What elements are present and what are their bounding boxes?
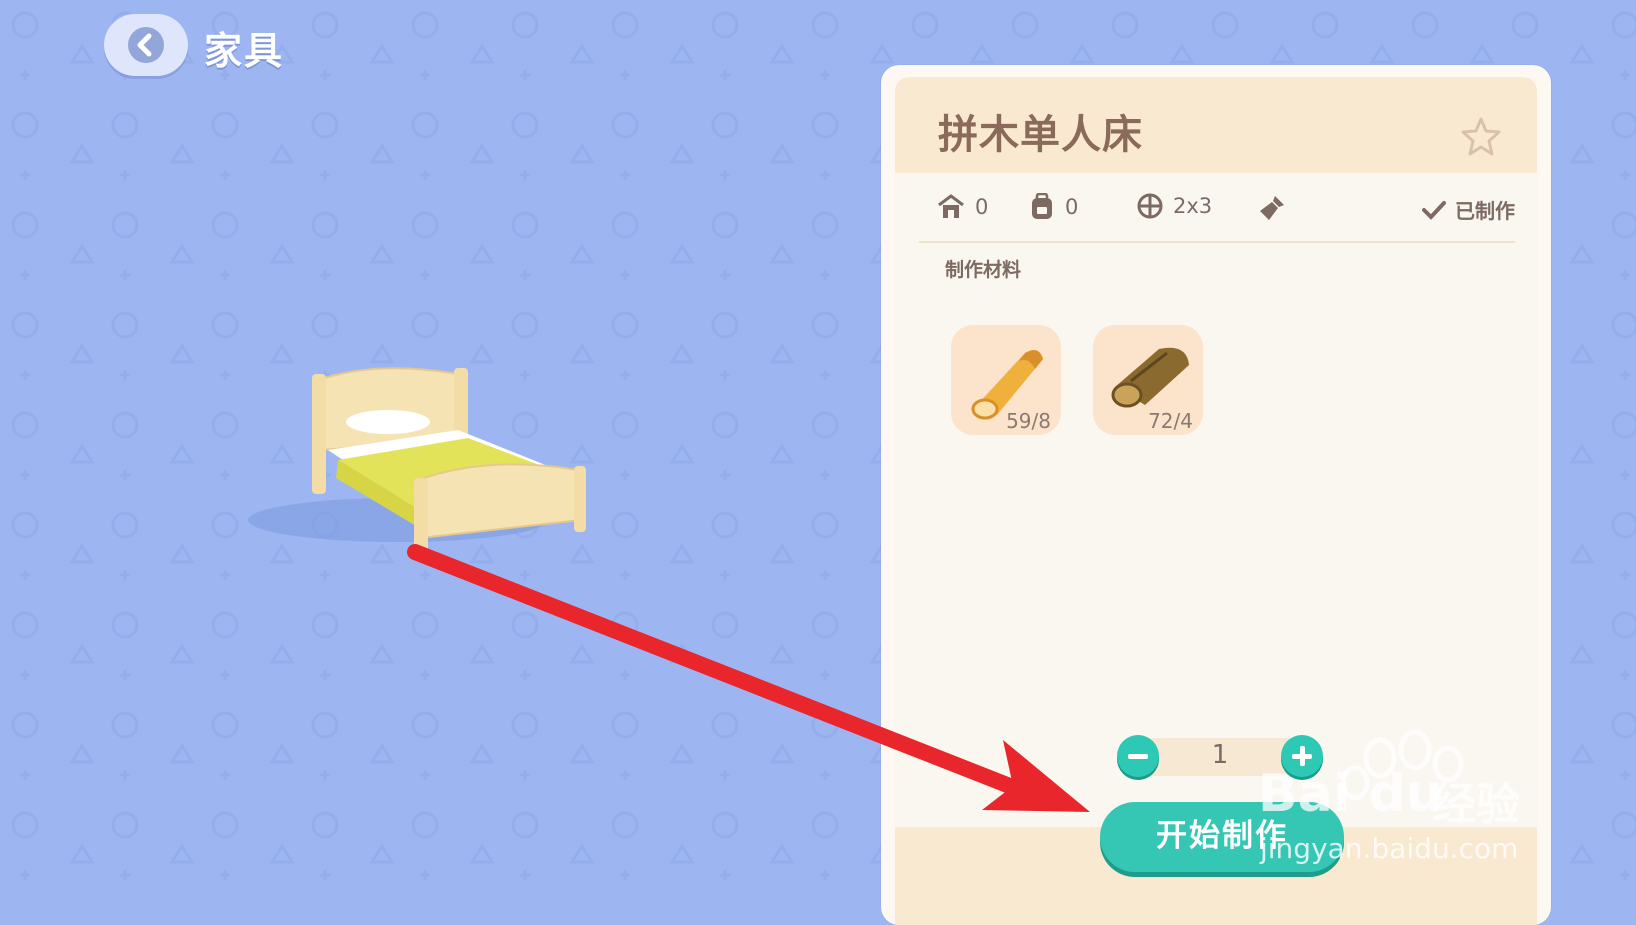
star-outline-icon[interactable] bbox=[1459, 115, 1503, 159]
material-count: 59/8 bbox=[1006, 409, 1051, 433]
single-bed-model bbox=[248, 367, 586, 560]
material-slot[interactable]: 59/8 bbox=[951, 325, 1061, 435]
dye-stat[interactable] bbox=[1257, 193, 1287, 223]
item-name: 拼木单人床 bbox=[938, 112, 1143, 158]
crafted-label: 已制作 bbox=[1455, 199, 1515, 223]
chevron-left-icon bbox=[128, 27, 164, 63]
backpack-icon bbox=[1032, 193, 1052, 219]
storage-stat: 0 bbox=[1029, 193, 1078, 221]
crafted-status: 已制作 bbox=[1421, 195, 1515, 224]
size-stat: 2x3 bbox=[1137, 193, 1212, 219]
materials-title: 制作材料 bbox=[945, 259, 1022, 281]
house-icon bbox=[938, 194, 964, 218]
paintbrush-icon bbox=[1260, 196, 1284, 220]
watermark-brand: Bai du bbox=[1258, 764, 1443, 824]
page-title: 家具 bbox=[204, 29, 285, 73]
panel-header: 拼木单人床 bbox=[895, 77, 1537, 173]
storage-value: 0 bbox=[1065, 195, 1079, 219]
comfort-value: 0 bbox=[975, 195, 989, 219]
watermark-cn: 经验 bbox=[1432, 779, 1520, 830]
grid-icon bbox=[1137, 193, 1163, 219]
material-slot[interactable]: 72/4 bbox=[1093, 325, 1203, 435]
watermark-url: jingyan.baidu.com bbox=[1260, 832, 1519, 865]
item-stats-row: 0 0 2x3 已制作 bbox=[919, 185, 1515, 243]
check-icon bbox=[1422, 200, 1446, 220]
material-count: 72/4 bbox=[1148, 409, 1193, 433]
comfort-stat: 0 bbox=[937, 193, 988, 221]
size-value: 2x3 bbox=[1173, 194, 1213, 218]
back-button[interactable] bbox=[104, 14, 188, 76]
